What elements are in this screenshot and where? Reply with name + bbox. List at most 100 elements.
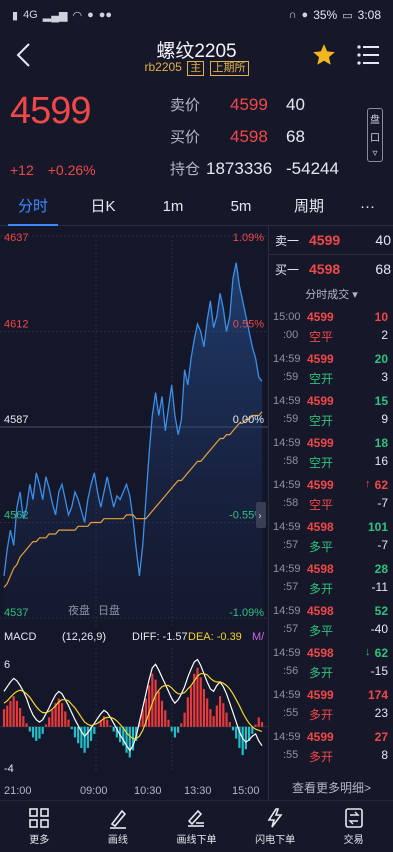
draw-line-button[interactable]: 画线 xyxy=(79,801,158,852)
price-axis-label: 4637 xyxy=(4,232,28,244)
trade-time: 14:59 xyxy=(273,689,301,701)
open-interest-label: 持仓 xyxy=(170,161,201,178)
trade-type: 多平 xyxy=(309,540,334,554)
session-label: 夜盘 xyxy=(68,603,90,617)
percent-axis-label: 0.55% xyxy=(233,319,264,331)
trade-volume: 28 xyxy=(374,562,388,576)
trade-oi-change: -7 xyxy=(377,496,388,510)
trade-oi-change: -40 xyxy=(370,622,388,636)
depth-ask-row: 卖一 4599 40 xyxy=(269,226,393,254)
trade-panel: 卖一 4599 40 买一 4598 68 分时成交 ▾ 15:00:00 459… xyxy=(268,226,393,800)
data-signal-icon: ▮ xyxy=(12,9,19,22)
chevron-down-icon: ▿ xyxy=(372,148,378,160)
contract-code: rb2205 xyxy=(144,60,182,74)
trade-volume: 10 xyxy=(374,310,388,324)
location-icon: ● xyxy=(301,9,309,21)
trade-time: 14:59 xyxy=(273,731,301,743)
depth-price: 4598 xyxy=(309,261,341,277)
macd-params: (12,26,9) xyxy=(62,631,106,643)
lightning-order-button[interactable]: 闪电下单 xyxy=(236,801,315,852)
tab-5m[interactable]: 5m xyxy=(206,188,276,226)
intraday-chart[interactable]: 4637 4612 4587 4562 4537 1.09% 0.55% 0.00% -0.55… xyxy=(0,226,268,800)
trade-time: 15:00 xyxy=(273,311,301,323)
trade-price: 4599 xyxy=(307,436,334,450)
tool-label: 闪电下单 xyxy=(255,835,296,846)
trade-oi-change: 2 xyxy=(381,328,388,342)
depth-volume: 68 xyxy=(375,261,391,277)
quote-panel: 4599 +12 +0.26% 卖价 4599 40 买价 4598 68 持仓… xyxy=(0,80,393,188)
caret-down-icon: ▾ xyxy=(349,289,358,301)
trade-time: 14:59 xyxy=(273,521,301,533)
menu-button[interactable] xyxy=(356,44,380,66)
order-book-toggle[interactable]: 盘 口 ▿ xyxy=(367,108,383,162)
trade-button[interactable]: 交易 xyxy=(314,801,393,852)
trade-time: 14:59 xyxy=(273,479,301,491)
favorite-button[interactable] xyxy=(311,42,337,68)
ask-label: 卖价 xyxy=(170,97,201,114)
star-icon xyxy=(313,44,335,65)
side-tab-char: 口 xyxy=(370,133,380,145)
trades-title[interactable]: 分时成交 ▾ xyxy=(269,286,393,302)
draw-order-icon xyxy=(188,809,205,827)
trade-type: 多开 xyxy=(309,708,334,722)
macd-axis-label: 6 xyxy=(4,659,10,671)
draw-order-button[interactable]: 画线下单 xyxy=(157,801,236,852)
trade-row: 14:59:59 4599 20 空开 3 xyxy=(269,350,393,390)
trade-oi-change: 9 xyxy=(381,412,388,426)
top-bar: 螺纹2205 rb2205 主 上期所 xyxy=(0,30,393,80)
price-change: +12 +0.26% xyxy=(10,162,96,178)
app-notification-icon: ● xyxy=(87,9,94,21)
trades-title-label: 分时成交 xyxy=(305,289,350,301)
trade-time: 14:59 xyxy=(273,563,301,575)
time-axis-label: 13:30 xyxy=(184,785,212,797)
battery-icon: ▭ xyxy=(342,9,353,22)
network-label: 4G xyxy=(23,9,38,21)
trade-price: 4598 xyxy=(307,520,334,534)
trade-price: 4599 xyxy=(307,394,334,408)
more-button[interactable]: 更多 xyxy=(0,801,79,852)
trade-oi-change: -7 xyxy=(377,538,388,552)
trade-time: 14:59 xyxy=(273,605,301,617)
trade-seconds: :57 xyxy=(283,539,299,551)
trade-row: 15:00:00 4599 10 空平 2 xyxy=(269,308,393,348)
trade-row: 14:59:59 4599 15 空开 9 xyxy=(269,392,393,432)
price-axis-label: 4612 xyxy=(4,319,28,331)
trade-seconds: :57 xyxy=(283,623,299,635)
trade-seconds: :59 xyxy=(283,413,299,425)
trade-row: 14:59 :57 4598 101 多平 -7 xyxy=(269,518,393,558)
open-interest: 1873336 xyxy=(206,159,273,178)
trade-row: 14:59:58 4599 ↑ 62 空平 -7 xyxy=(269,476,393,516)
trade-seconds: :59 xyxy=(283,371,299,383)
trade-price: 4598 xyxy=(307,604,334,618)
bid-label: 买价 xyxy=(170,129,201,146)
time-axis-label: 21:00 xyxy=(4,785,32,797)
trade-volume: 52 xyxy=(374,604,388,618)
trade-volume: 101 xyxy=(367,520,388,534)
tab-daily[interactable]: 日K xyxy=(66,188,140,226)
trade-row: 14:59:55 4599 174 多开 23 xyxy=(269,686,393,726)
time-axis-label: 15:00 xyxy=(232,785,260,797)
trade-type: 空开 xyxy=(309,456,334,470)
tool-label: 画线 xyxy=(107,835,128,846)
trade-type: 空开 xyxy=(309,414,334,428)
trade-time: 14:59 xyxy=(273,437,301,449)
tab-period[interactable]: 周期 xyxy=(276,188,342,226)
list-menu-icon xyxy=(357,45,379,65)
last-price: 4599 xyxy=(10,90,92,132)
macd-title: MACD xyxy=(4,631,36,643)
tab-intraday[interactable]: 分时 xyxy=(0,188,66,226)
trade-row: 14:59:57 4598 28 多开 -11 xyxy=(269,560,393,600)
trade-volume: 62 xyxy=(374,478,388,492)
pen-icon xyxy=(109,809,126,829)
more-details-link[interactable]: 查看更多明细> xyxy=(269,779,393,796)
tab-1m[interactable]: 1m xyxy=(140,188,206,226)
trade-seconds: :58 xyxy=(283,497,299,509)
trade-row: 14:59:55 4599 27 多开 8 xyxy=(269,728,393,768)
trade-volume: 18 xyxy=(374,436,388,450)
macd-diff-label: DIFF: -1.57 xyxy=(132,631,188,643)
trade-oi-change: -15 xyxy=(370,664,388,678)
tab-more[interactable]: ··· xyxy=(342,188,393,226)
percent-axis-label: 0.00% xyxy=(233,414,264,426)
main-contract-tag: 主 xyxy=(187,61,205,76)
chart-svg: 463746124587456245371.09%0.55%0.00%-0.55… xyxy=(0,226,268,800)
